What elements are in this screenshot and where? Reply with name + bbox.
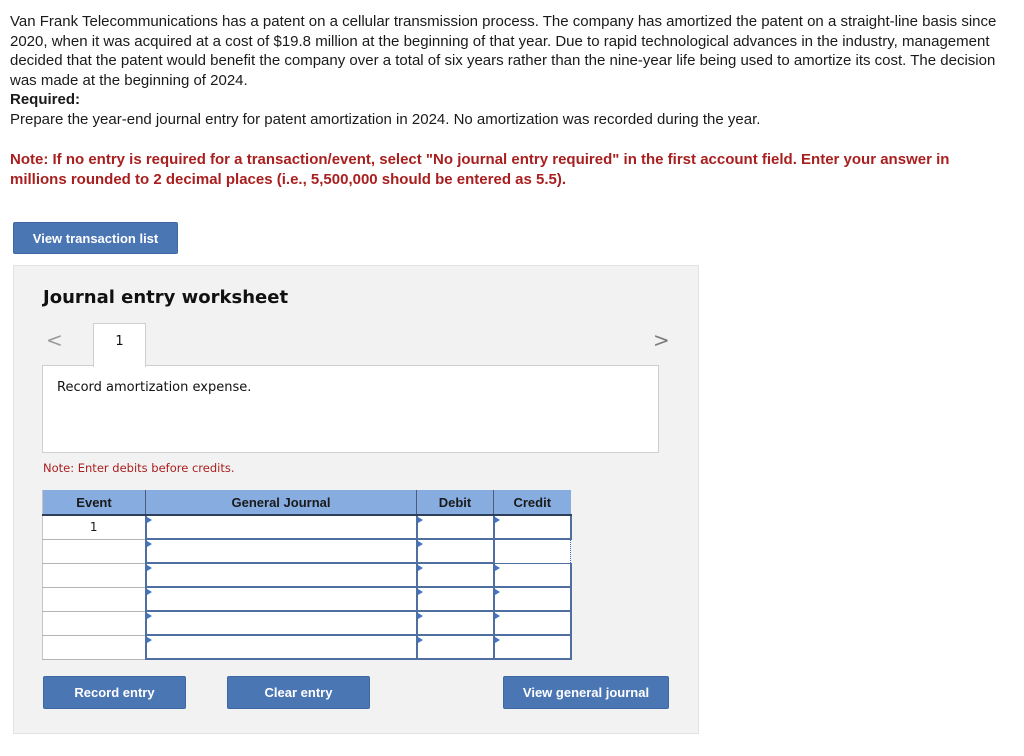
event-cell <box>42 587 146 612</box>
credit-input-focused[interactable] <box>493 538 571 564</box>
debits-before-credits-note: Note: Enter debits before credits. <box>43 461 235 475</box>
problem-paragraph: Van Frank Telecommunications has a paten… <box>10 13 997 89</box>
table-header-row: Event General Journal Debit Credit <box>42 490 571 516</box>
transaction-description: Record amortization expense. <box>57 380 252 395</box>
journal-entry-worksheet-panel: Journal entry worksheet < 1 > Record amo… <box>13 265 699 734</box>
event-cell <box>42 539 146 564</box>
worksheet-tab-1[interactable]: 1 <box>93 323 146 367</box>
credit-input[interactable] <box>492 586 572 612</box>
transaction-description-box: Record amortization expense. <box>42 365 659 453</box>
debit-input[interactable] <box>415 610 495 636</box>
required-label: Required: <box>10 91 81 108</box>
debit-input[interactable] <box>415 538 495 564</box>
event-cell <box>42 611 146 636</box>
credit-input[interactable] <box>492 634 572 660</box>
table-row <box>42 562 572 588</box>
problem-statement: Van Frank Telecommunications has a paten… <box>10 12 1000 129</box>
account-dropdown[interactable] <box>144 586 418 612</box>
debit-input[interactable] <box>415 562 495 588</box>
table-row <box>42 610 572 636</box>
clear-entry-button[interactable]: Clear entry <box>227 676 370 709</box>
table-row <box>42 538 571 564</box>
table-row <box>42 634 572 660</box>
debit-input[interactable] <box>415 634 495 660</box>
event-cell: 1 <box>42 515 146 540</box>
account-dropdown[interactable] <box>144 610 418 636</box>
debit-input[interactable] <box>415 514 495 540</box>
account-dropdown[interactable] <box>144 562 418 588</box>
event-cell <box>42 635 146 660</box>
account-dropdown[interactable] <box>144 634 418 660</box>
chevron-right-icon[interactable]: > <box>653 328 670 352</box>
header-general-journal: General Journal <box>145 490 417 516</box>
credit-input[interactable] <box>492 610 572 636</box>
table-row: 1 <box>42 514 572 540</box>
chevron-left-icon[interactable]: < <box>46 328 63 352</box>
event-cell <box>42 563 146 588</box>
worksheet-title: Journal entry worksheet <box>43 287 289 308</box>
credit-input[interactable] <box>492 514 572 540</box>
required-text: Prepare the year-end journal entry for p… <box>10 110 761 128</box>
table-row <box>42 586 572 612</box>
answer-instructions-note: Note: If no entry is required for a tran… <box>10 151 950 188</box>
account-dropdown[interactable] <box>144 514 418 540</box>
account-dropdown[interactable] <box>144 538 418 564</box>
debit-input[interactable] <box>415 586 495 612</box>
credit-input[interactable] <box>492 562 572 588</box>
header-debit: Debit <box>416 490 494 516</box>
view-transaction-list-button[interactable]: View transaction list <box>13 222 178 254</box>
journal-entry-table: Event General Journal Debit Credit 1 <box>42 490 572 660</box>
header-event: Event <box>42 490 146 516</box>
record-entry-button[interactable]: Record entry <box>43 676 186 709</box>
header-credit: Credit <box>493 490 571 516</box>
view-general-journal-button[interactable]: View general journal <box>503 676 669 709</box>
